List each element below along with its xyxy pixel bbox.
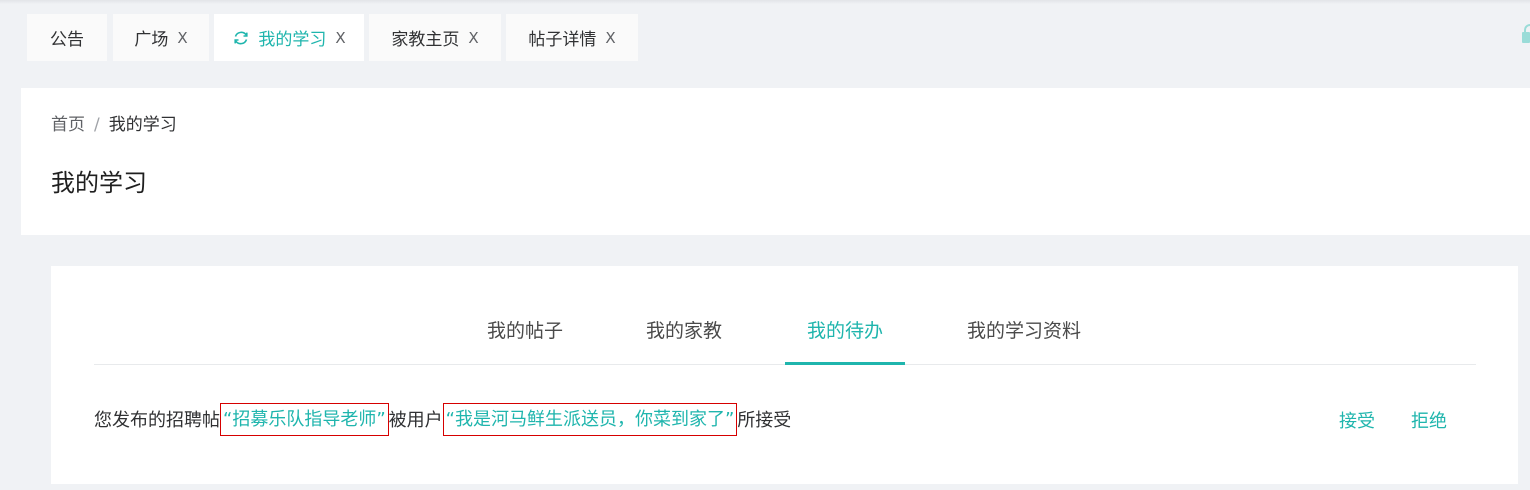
todo-prefix: 您发布的招聘帖: [94, 410, 220, 431]
tab-label: 广场: [134, 30, 169, 50]
tab-bar-shadow: [0, 0, 1530, 4]
page-header: 首页 / 我的学习 我的学习: [21, 88, 1530, 235]
tab-my-posts[interactable]: 我的帖子: [475, 302, 575, 362]
content-card: 我的帖子 我的家教 我的待办 我的学习资料 您发布的招聘帖 “招募乐队指导老师” 被…: [51, 266, 1518, 484]
tab-tutor-home[interactable]: 家教主页 X: [369, 14, 501, 61]
tab-my-tutoring[interactable]: 我的家教: [634, 302, 734, 362]
tab-label: 我的待办: [806, 320, 883, 342]
app-page: 公告 广场 X 我的学习 X 家教主页 X 帖子详情 X 首页 / 我的学习 我…: [0, 0, 1530, 490]
post-title-link[interactable]: “招募乐队指导老师”: [220, 402, 389, 436]
tab-my-todo[interactable]: 我的待办: [785, 302, 905, 365]
tab-label: 我的学习资料: [966, 320, 1081, 342]
close-icon[interactable]: X: [177, 29, 187, 47]
close-icon[interactable]: X: [468, 29, 478, 47]
tab-my-study[interactable]: 我的学习 X: [214, 14, 364, 61]
refresh-icon: [234, 31, 248, 44]
tab-square[interactable]: 广场 X: [113, 14, 209, 61]
todo-item: 您发布的招聘帖 “招募乐队指导老师” 被用户 “我是河马鲜生派送员，你菜到家了” 所接受: [94, 402, 1476, 436]
tab-bar: 公告 广场 X 我的学习 X 家教主页 X 帖子详情 X: [0, 0, 1530, 62]
todo-suffix: 所接受: [737, 410, 792, 431]
todo-actions: 接受 拒绝: [1303, 407, 1447, 433]
content-tabs: 我的帖子 我的家教 我的待办 我的学习资料: [94, 302, 1476, 365]
accept-button[interactable]: 接受: [1339, 411, 1375, 432]
todo-middle: 被用户: [388, 410, 443, 431]
tab-announcement[interactable]: 公告: [27, 14, 107, 61]
breadcrumb-home[interactable]: 首页: [51, 115, 85, 135]
tab-post-detail[interactable]: 帖子详情 X: [506, 14, 638, 61]
tab-label: 家教主页: [391, 30, 460, 50]
tab-label: 帖子详情: [528, 30, 597, 50]
breadcrumb-current: 我的学习: [108, 115, 177, 135]
tab-label: 公告: [50, 30, 84, 50]
tab-label: 我的帖子: [486, 320, 563, 342]
close-icon[interactable]: X: [605, 29, 615, 47]
lock-icon[interactable]: [1522, 22, 1530, 44]
user-name-link[interactable]: “我是河马鲜生派送员，你菜到家了”: [442, 402, 738, 436]
tab-my-materials[interactable]: 我的学习资料: [954, 302, 1094, 362]
tab-label: 我的学习: [258, 30, 327, 50]
page-title: 我的学习: [51, 169, 147, 197]
reject-button[interactable]: 拒绝: [1411, 411, 1447, 432]
tab-label: 我的家教: [645, 320, 722, 342]
breadcrumb: 首页 / 我的学习: [51, 110, 177, 135]
breadcrumb-separator: /: [94, 115, 100, 135]
close-icon[interactable]: X: [335, 29, 345, 47]
